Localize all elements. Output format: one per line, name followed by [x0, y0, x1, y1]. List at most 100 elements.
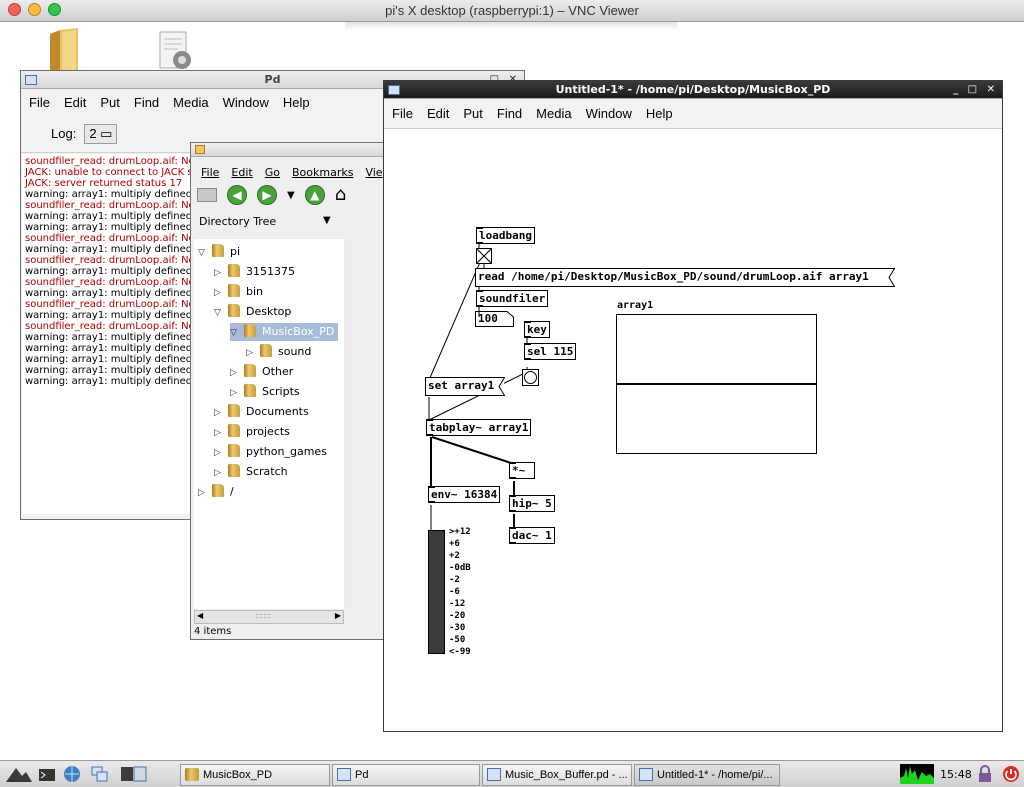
start-menu-icon[interactable]	[4, 764, 34, 784]
scroll-thumb[interactable]: ::::::	[255, 611, 271, 620]
collapsed-arrow-icon[interactable]: ▷	[214, 464, 228, 482]
patch-menu-find[interactable]: Find	[497, 106, 522, 121]
desktop-settings-file-icon[interactable]	[156, 30, 196, 70]
fm-menu-go[interactable]: Go	[265, 166, 280, 179]
pd-patch-window[interactable]: Untitled-1* - /home/pi/Desktop/MusicBox_…	[383, 80, 1003, 732]
expanded-arrow-icon[interactable]: ▽	[214, 304, 228, 322]
bang-button[interactable]	[522, 369, 539, 386]
collapsed-arrow-icon[interactable]: ▷	[230, 384, 244, 402]
chevron-down-icon[interactable]: ▼	[323, 215, 331, 226]
tabplay-object[interactable]: tabplay~ array1	[426, 419, 532, 436]
side-pane-selector[interactable]: Directory Tree ▼	[191, 211, 389, 233]
history-dropdown-icon[interactable]: ▼	[287, 190, 295, 201]
collapsed-arrow-icon[interactable]: ▷	[198, 484, 212, 502]
tree-item[interactable]: ▷ /	[198, 483, 238, 501]
file-manager-window[interactable]: File Edit Go Bookmarks Vie ◀ ▶ ▼ ▲ ⌂ Dir…	[190, 142, 390, 640]
task-label: Music_Box_Buffer.pd - ...	[505, 769, 628, 781]
connection[interactable]	[431, 436, 512, 464]
dac-object[interactable]: dac~ 1	[509, 527, 555, 544]
menu-window[interactable]: Window	[223, 95, 269, 110]
collapsed-arrow-icon[interactable]: ▷	[214, 404, 228, 422]
task-musicbox-pd[interactable]: MusicBox_PD	[180, 764, 330, 786]
pane-resize-handle[interactable]	[344, 239, 352, 609]
task-music-box-buffer[interactable]: Music_Box_Buffer.pd - ...	[482, 764, 632, 786]
task-untitled-1[interactable]: Untitled-1* - /home/pi/...	[634, 764, 780, 786]
scroll-left-icon[interactable]: ◀	[197, 611, 203, 620]
log-level-select[interactable]: 2 ▭	[84, 123, 118, 144]
menu-file[interactable]: File	[29, 95, 50, 110]
tree-item[interactable]: ▷ projects	[214, 423, 294, 441]
folder-icon	[244, 384, 256, 397]
loadbang-object[interactable]: loadbang	[476, 227, 535, 244]
patch-menu-edit[interactable]: Edit	[427, 106, 449, 121]
fm-menu-view[interactable]: Vie	[365, 166, 382, 179]
side-pane-label: Directory Tree	[199, 215, 277, 228]
up-arrow-icon[interactable]: ▲	[304, 185, 325, 205]
tree-item[interactable]: ▽ pi	[198, 243, 244, 261]
patch-canvas[interactable]: loadbang read /home/pi/Desktop/MusicBox_…	[384, 129, 1002, 731]
directory-tree[interactable]: ▽ pi ▷ 3151375 ▷ bin ▽ Desktop ▽ MusicBox_PD ▷ soun…	[194, 239, 344, 609]
collapsed-arrow-icon[interactable]: ▷	[214, 284, 228, 302]
menu-help[interactable]: Help	[283, 95, 310, 110]
window-controls-icon[interactable]: _ □ ✕	[953, 81, 998, 98]
patch-menu-window[interactable]: Window	[586, 106, 632, 121]
tree-item[interactable]: ▷ Documents	[214, 403, 313, 421]
horizontal-scrollbar[interactable]: ◀ :::::: ▶	[194, 610, 344, 624]
menu-put[interactable]: Put	[100, 95, 120, 110]
multiply-signal-object[interactable]: *~	[509, 462, 535, 479]
fm-menu-file[interactable]: File	[201, 166, 219, 179]
collapsed-arrow-icon[interactable]: ▷	[246, 344, 260, 362]
tree-item[interactable]: ▽ MusicBox_PD	[230, 323, 339, 342]
collapsed-arrow-icon[interactable]: ▷	[214, 424, 228, 442]
menu-media[interactable]: Media	[173, 95, 208, 110]
patch-menu-put[interactable]: Put	[463, 106, 483, 121]
expanded-arrow-icon[interactable]: ▽	[230, 324, 244, 342]
scroll-right-icon[interactable]: ▶	[335, 611, 341, 620]
title-bar-shadow	[345, 22, 677, 30]
fm-menu-edit[interactable]: Edit	[231, 166, 252, 179]
expanded-arrow-icon[interactable]: ▽	[198, 244, 212, 262]
desktop-pager-icon[interactable]	[120, 765, 148, 783]
patch-menu-media[interactable]: Media	[536, 106, 571, 121]
task-label: Pd	[355, 769, 369, 781]
browser-globe-icon[interactable]	[63, 765, 81, 783]
tree-item[interactable]: ▷ Scripts	[230, 383, 304, 401]
tree-item[interactable]: ▷ 3151375	[214, 263, 299, 281]
tree-item-label: Desktop	[246, 305, 292, 318]
tree-item[interactable]: ▽ Desktop	[214, 303, 295, 321]
file-manager-title-bar[interactable]	[191, 143, 389, 157]
bang-button[interactable]	[476, 248, 492, 264]
fm-menu-bookmarks[interactable]: Bookmarks	[292, 166, 353, 179]
collapsed-arrow-icon[interactable]: ▷	[214, 444, 228, 462]
lock-screen-icon[interactable]	[976, 765, 994, 783]
back-arrow-icon[interactable]: ◀	[227, 185, 247, 205]
tree-item[interactable]: ▷ bin	[214, 283, 267, 301]
menu-find[interactable]: Find	[134, 95, 159, 110]
tree-item[interactable]: ▷ Other	[230, 363, 297, 381]
desktop-folder-icon[interactable]	[44, 26, 80, 70]
home-icon[interactable]: ⌂	[335, 186, 346, 204]
folder-icon	[195, 145, 205, 154]
patch-title-bar[interactable]: Untitled-1* - /home/pi/Desktop/MusicBox_…	[384, 81, 1002, 99]
patch-menu-file[interactable]: File	[392, 106, 413, 121]
tree-item[interactable]: ▷ Scratch	[214, 463, 292, 481]
menu-edit[interactable]: Edit	[64, 95, 86, 110]
vu-meter[interactable]	[428, 530, 445, 654]
hip-object[interactable]: hip~ 5	[509, 495, 555, 512]
terminal-icon[interactable]	[38, 765, 56, 783]
collapsed-arrow-icon[interactable]: ▷	[230, 364, 244, 382]
task-pd[interactable]: Pd	[332, 764, 480, 786]
power-icon[interactable]	[1002, 765, 1020, 783]
vu-scale-label: <-99	[449, 647, 471, 657]
key-object[interactable]: key	[524, 321, 550, 338]
env-object[interactable]: env~ 16384	[428, 486, 501, 503]
sel-object[interactable]: sel 115	[524, 343, 577, 360]
soundfiler-object[interactable]: soundfiler	[476, 290, 549, 307]
collapsed-arrow-icon[interactable]: ▷	[214, 264, 228, 282]
patch-menu-help[interactable]: Help	[646, 106, 673, 121]
windows-icon[interactable]	[91, 765, 109, 783]
new-tab-icon[interactable]	[197, 188, 217, 202]
tree-item[interactable]: ▷ python_games	[214, 443, 331, 461]
forward-arrow-icon[interactable]: ▶	[257, 185, 277, 205]
tree-item[interactable]: ▷ sound	[246, 343, 315, 361]
